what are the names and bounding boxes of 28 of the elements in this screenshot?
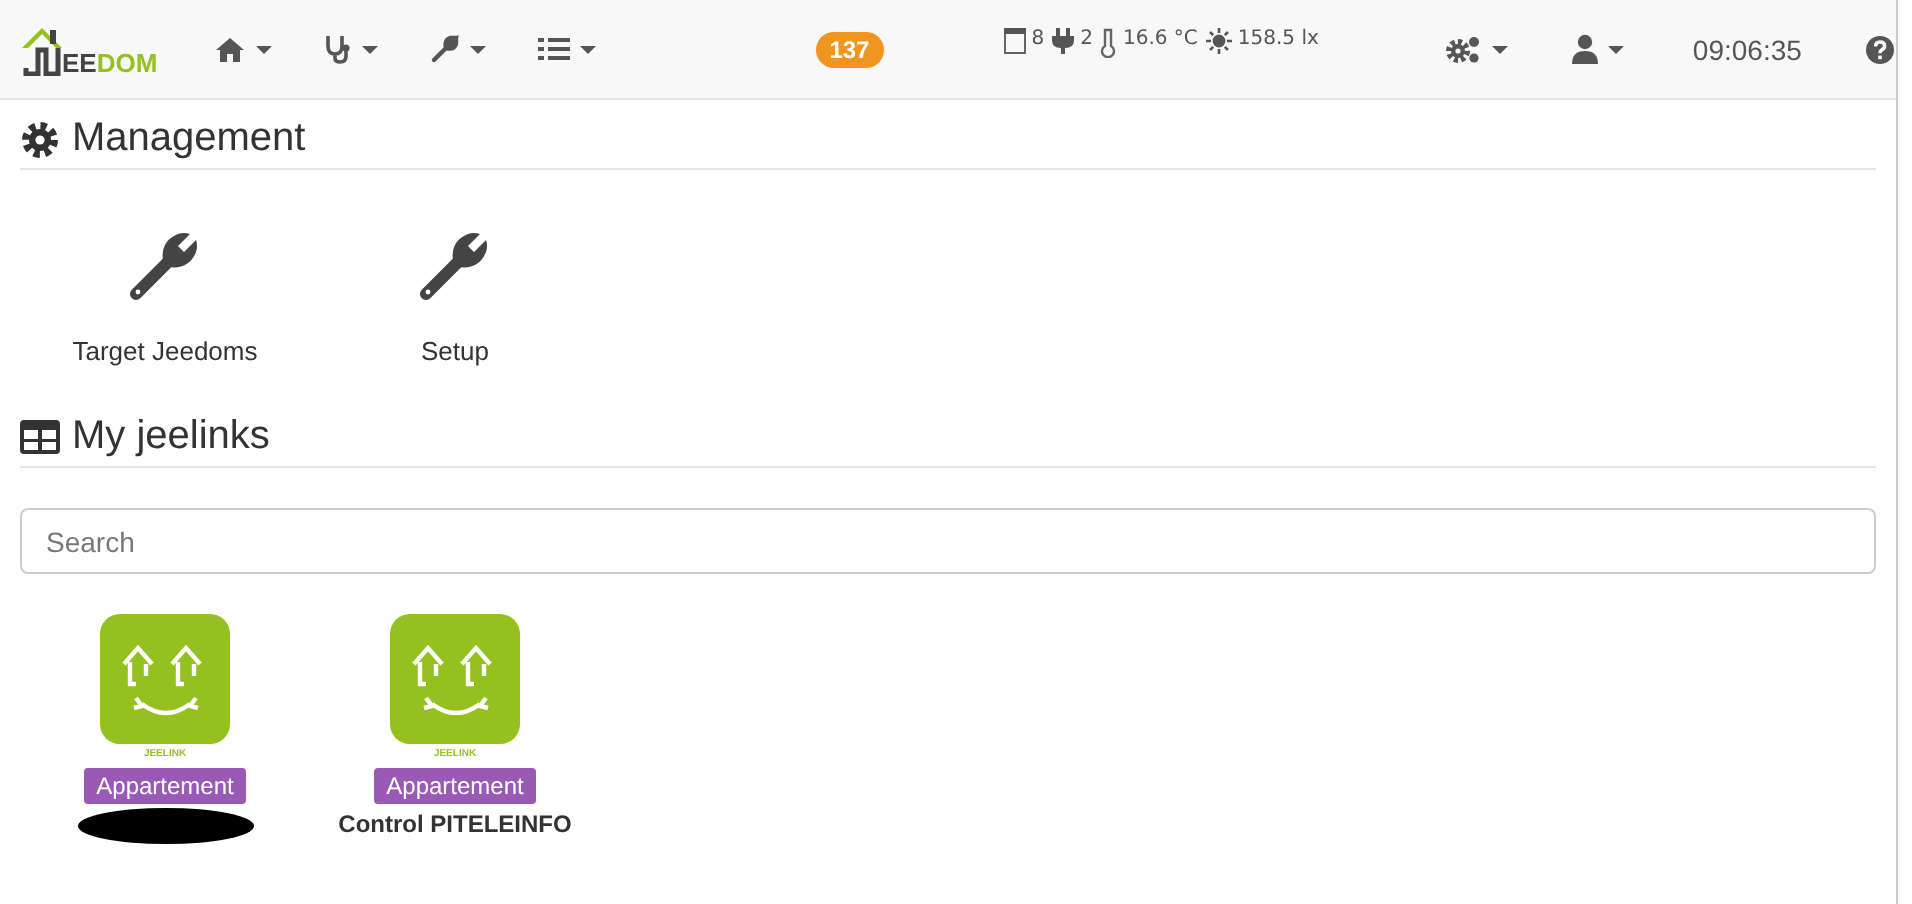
home-menu-button[interactable]	[213, 34, 272, 64]
object-tag: Appartement	[84, 768, 246, 804]
section-title: My jeelinks	[72, 414, 270, 460]
tasks-menu-button[interactable]	[537, 34, 596, 64]
summary-value: 158.5 lx	[1237, 28, 1319, 52]
shutter-icon	[1003, 28, 1026, 54]
help-icon[interactable]	[1865, 35, 1894, 63]
search-field[interactable]: Search	[20, 508, 1876, 574]
summary-value: 8	[1031, 28, 1045, 52]
logo-text: EEDOM	[62, 49, 158, 75]
table-icon	[20, 420, 60, 454]
settings-menu-button[interactable]	[1446, 34, 1509, 64]
section-title: Management	[72, 116, 306, 162]
clock: 09:06:35	[1692, 33, 1802, 65]
jeelink-name: Control PITELEINFO	[338, 810, 572, 838]
stethoscope-menu-button[interactable]	[323, 34, 378, 64]
user-menu-button[interactable]	[1572, 34, 1625, 64]
plug-icon	[1052, 28, 1075, 54]
management-card[interactable]: Target Jeedoms	[20, 223, 310, 365]
management-card[interactable]: Setup	[310, 223, 600, 365]
object-tag: Appartement	[374, 768, 536, 804]
summary-value: 16.6 °C	[1122, 28, 1198, 52]
logo-house-icon	[20, 23, 64, 75]
sun-icon	[1205, 28, 1232, 54]
wrench-menu-button[interactable]	[429, 34, 486, 64]
thermometer-icon	[1100, 28, 1117, 58]
summary-value: 2	[1080, 28, 1093, 52]
settings-icon	[20, 119, 60, 159]
